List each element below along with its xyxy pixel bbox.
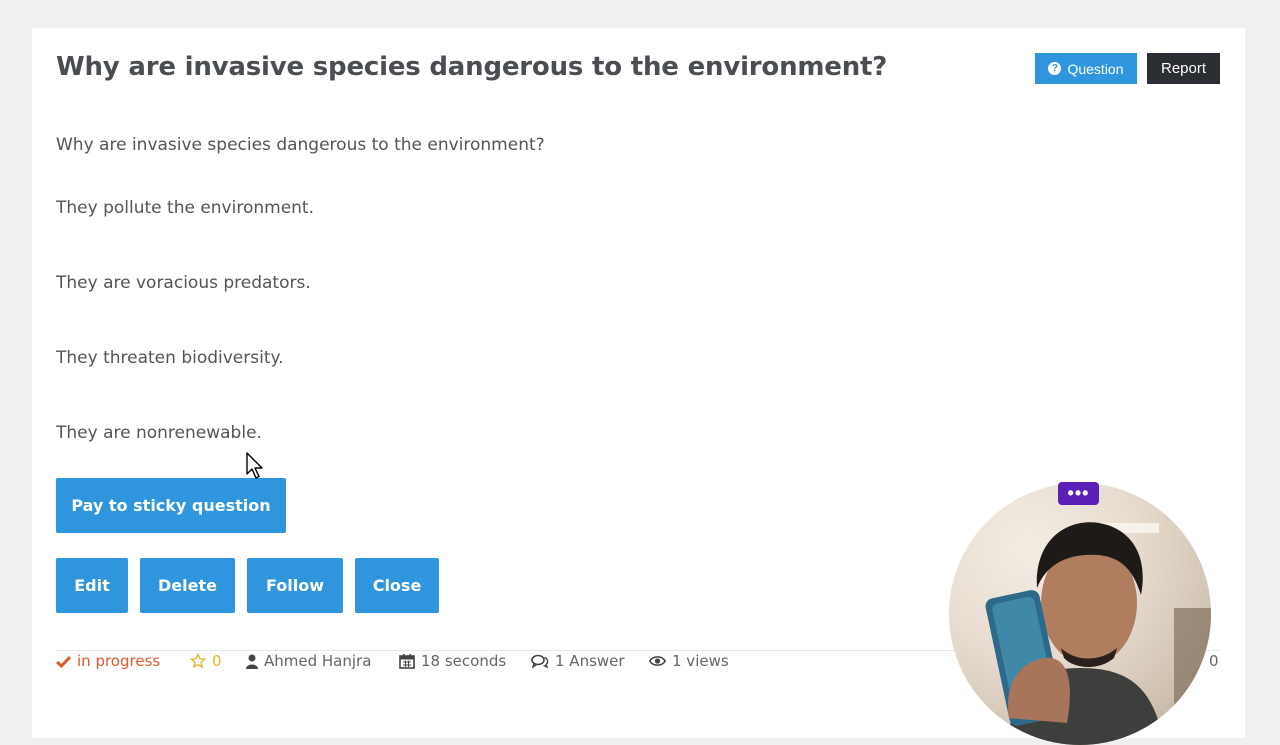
author-meta[interactable]: Ahmed Hanjra	[246, 650, 371, 672]
pay-to-sticky-button[interactable]: Pay to sticky question	[56, 478, 286, 533]
comments-icon	[531, 654, 549, 669]
question-tag-button[interactable]: ? Question	[1035, 53, 1137, 84]
overlay-menu-button[interactable]: •••	[1058, 482, 1099, 505]
close-button[interactable]: Close	[355, 558, 439, 613]
status-label: in progress	[77, 652, 161, 670]
answer-option-4: They are nonrenewable.	[56, 423, 262, 443]
stars-meta[interactable]: 0	[190, 650, 222, 672]
question-tag-label: Question	[1067, 60, 1124, 77]
question-circle-icon: ?	[1048, 62, 1062, 75]
views-meta: 1 views	[649, 650, 729, 672]
delete-button[interactable]: Delete	[140, 558, 235, 613]
webcam-person-illustration	[985, 522, 1211, 745]
status-meta: in progress	[56, 650, 160, 672]
stars-count: 0	[212, 652, 222, 670]
user-icon	[246, 654, 258, 669]
eye-icon	[649, 655, 666, 667]
report-button[interactable]: Report	[1147, 53, 1220, 84]
time-label: 18 seconds	[421, 652, 507, 670]
answer-option-2: They are voracious predators.	[56, 273, 311, 293]
views-count: 1 views	[672, 652, 729, 670]
answer-option-1: They pollute the environment.	[56, 198, 314, 218]
votes-count: 0	[1209, 652, 1219, 670]
webcam-overlay	[949, 483, 1211, 745]
mouse-cursor-icon	[246, 452, 264, 485]
answers-count: 1 Answer	[555, 652, 625, 670]
author-name: Ahmed Hanjra	[264, 652, 372, 670]
check-icon	[56, 655, 71, 668]
edit-button[interactable]: Edit	[56, 558, 128, 613]
calendar-icon	[399, 653, 415, 669]
answer-option-3: They threaten biodiversity.	[56, 348, 284, 368]
question-title: Why are invasive species dangerous to th…	[56, 52, 888, 82]
star-icon	[190, 653, 206, 669]
follow-button[interactable]: Follow	[247, 558, 343, 613]
answers-meta[interactable]: 1 Answer	[531, 650, 625, 672]
time-meta: 18 seconds	[399, 650, 506, 672]
question-body: Why are invasive species dangerous to th…	[56, 135, 545, 155]
